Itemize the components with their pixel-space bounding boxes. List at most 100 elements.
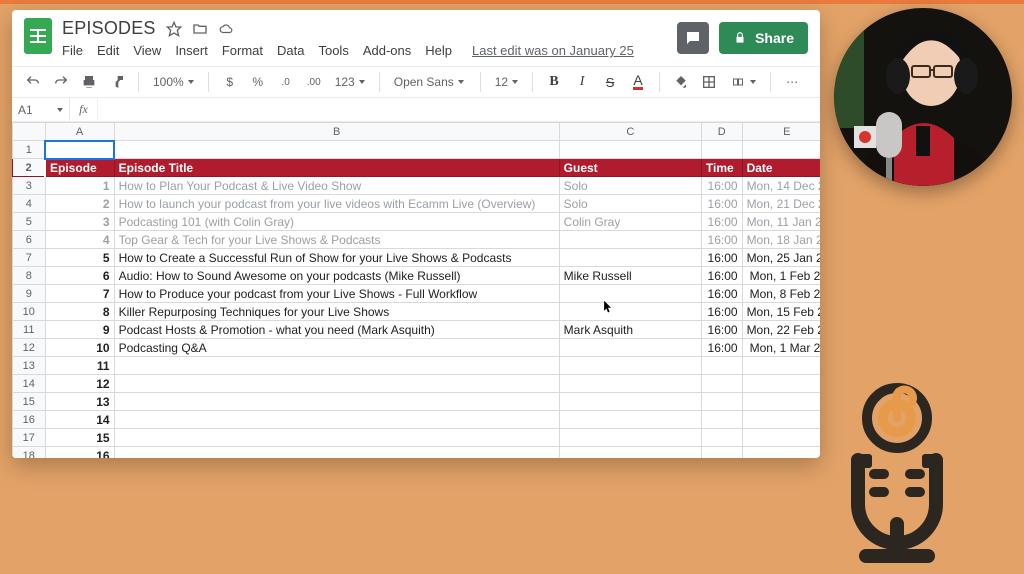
fill-color-button[interactable] bbox=[670, 71, 692, 93]
cell[interactable] bbox=[742, 447, 820, 459]
row-header[interactable]: 18 bbox=[13, 447, 46, 459]
cell[interactable] bbox=[559, 375, 701, 393]
cell[interactable]: Mon, 8 Feb 20 bbox=[742, 285, 820, 303]
cell[interactable]: 2 bbox=[45, 195, 114, 213]
row-header[interactable]: 1 bbox=[13, 141, 46, 159]
row-header[interactable]: 4 bbox=[13, 195, 46, 213]
cell[interactable]: Time bbox=[701, 159, 742, 177]
cell[interactable] bbox=[701, 411, 742, 429]
cell[interactable]: How to launch your podcast from your liv… bbox=[114, 195, 559, 213]
cell[interactable]: Mon, 25 Jan 20 bbox=[742, 249, 820, 267]
row-header[interactable]: 10 bbox=[13, 303, 46, 321]
increase-decimal-button[interactable]: .00 bbox=[303, 71, 325, 93]
paint-format-button[interactable] bbox=[106, 71, 128, 93]
cell[interactable] bbox=[559, 339, 701, 357]
cell[interactable] bbox=[559, 231, 701, 249]
number-format-select[interactable]: 123 bbox=[331, 75, 369, 89]
sheets-logo-icon[interactable] bbox=[24, 18, 52, 54]
row-header[interactable]: 15 bbox=[13, 393, 46, 411]
cell[interactable]: 5 bbox=[45, 249, 114, 267]
cell[interactable]: Colin Gray bbox=[559, 213, 701, 231]
cell[interactable]: Podcasting Q&A bbox=[114, 339, 559, 357]
cell[interactable]: 13 bbox=[45, 393, 114, 411]
cell[interactable] bbox=[742, 141, 820, 159]
cloud-status-icon[interactable] bbox=[218, 21, 234, 37]
cell[interactable]: 16 bbox=[45, 447, 114, 459]
cell[interactable]: Killer Repurposing Techniques for your L… bbox=[114, 303, 559, 321]
decrease-decimal-button[interactable]: .0 bbox=[275, 71, 297, 93]
cell[interactable]: 9 bbox=[45, 321, 114, 339]
cell[interactable]: Mon, 14 Dec 20 bbox=[742, 177, 820, 195]
row-header[interactable]: 12 bbox=[13, 339, 46, 357]
select-all-corner[interactable] bbox=[13, 123, 46, 141]
menu-view[interactable]: View bbox=[133, 43, 161, 58]
cell[interactable]: 16:00 bbox=[701, 177, 742, 195]
row-header[interactable]: 13 bbox=[13, 357, 46, 375]
row-header[interactable]: 5 bbox=[13, 213, 46, 231]
cell[interactable]: Guest bbox=[559, 159, 701, 177]
text-color-button[interactable]: A bbox=[627, 71, 649, 93]
cell[interactable]: 16:00 bbox=[701, 195, 742, 213]
menu-help[interactable]: Help bbox=[425, 43, 452, 58]
formula-input[interactable] bbox=[98, 98, 820, 121]
row-header[interactable]: 17 bbox=[13, 429, 46, 447]
cell[interactable]: Audio: How to Sound Awesome on your podc… bbox=[114, 267, 559, 285]
font-size-select[interactable]: 12 bbox=[491, 75, 522, 89]
cell[interactable] bbox=[559, 141, 701, 159]
cell[interactable] bbox=[114, 447, 559, 459]
cell[interactable]: How to Produce your podcast from your Li… bbox=[114, 285, 559, 303]
row-header[interactable]: 9 bbox=[13, 285, 46, 303]
share-button[interactable]: Share bbox=[719, 22, 808, 54]
cell[interactable] bbox=[742, 357, 820, 375]
bold-button[interactable]: B bbox=[543, 71, 565, 93]
undo-button[interactable] bbox=[22, 71, 44, 93]
cell[interactable]: Solo bbox=[559, 195, 701, 213]
cell[interactable]: Top Gear & Tech for your Live Shows & Po… bbox=[114, 231, 559, 249]
cell[interactable]: 11 bbox=[45, 357, 114, 375]
row-header[interactable]: 6 bbox=[13, 231, 46, 249]
cell[interactable] bbox=[701, 141, 742, 159]
cell[interactable]: 16:00 bbox=[701, 267, 742, 285]
borders-button[interactable] bbox=[698, 71, 720, 93]
cell[interactable] bbox=[559, 429, 701, 447]
cell[interactable]: 16:00 bbox=[701, 285, 742, 303]
cell[interactable] bbox=[114, 357, 559, 375]
italic-button[interactable]: I bbox=[571, 71, 593, 93]
name-box[interactable]: A1 bbox=[12, 98, 70, 121]
col-header-c[interactable]: C bbox=[559, 123, 701, 141]
cell[interactable] bbox=[114, 141, 559, 159]
zoom-select[interactable]: 100% bbox=[149, 75, 198, 89]
cell[interactable]: 8 bbox=[45, 303, 114, 321]
cell[interactable]: 6 bbox=[45, 267, 114, 285]
cell[interactable]: Mon, 11 Jan 20 bbox=[742, 213, 820, 231]
menu-tools[interactable]: Tools bbox=[318, 43, 348, 58]
cell[interactable]: How to Plan Your Podcast & Live Video Sh… bbox=[114, 177, 559, 195]
cell[interactable]: Solo bbox=[559, 177, 701, 195]
cell[interactable]: 1 bbox=[45, 177, 114, 195]
print-button[interactable] bbox=[78, 71, 100, 93]
cell[interactable] bbox=[701, 447, 742, 459]
menu-format[interactable]: Format bbox=[222, 43, 263, 58]
cell[interactable] bbox=[559, 357, 701, 375]
cell[interactable]: 16:00 bbox=[701, 339, 742, 357]
cell[interactable]: Podcasting 101 (with Colin Gray) bbox=[114, 213, 559, 231]
cell[interactable]: 7 bbox=[45, 285, 114, 303]
cell[interactable] bbox=[742, 375, 820, 393]
cell[interactable]: Mon, 18 Jan 20 bbox=[742, 231, 820, 249]
cell[interactable]: 16:00 bbox=[701, 249, 742, 267]
redo-button[interactable] bbox=[50, 71, 72, 93]
cell[interactable]: 16:00 bbox=[701, 231, 742, 249]
menu-addons[interactable]: Add-ons bbox=[363, 43, 411, 58]
cell[interactable] bbox=[114, 375, 559, 393]
cell[interactable] bbox=[701, 357, 742, 375]
last-edit-link[interactable]: Last edit was on January 25 bbox=[472, 43, 634, 58]
col-header-e[interactable]: E bbox=[742, 123, 820, 141]
cell[interactable]: Podcast Hosts & Promotion - what you nee… bbox=[114, 321, 559, 339]
menu-file[interactable]: File bbox=[62, 43, 83, 58]
cell[interactable]: 15 bbox=[45, 429, 114, 447]
merge-cells-button[interactable] bbox=[726, 76, 760, 88]
cell[interactable]: 4 bbox=[45, 231, 114, 249]
cell[interactable]: 3 bbox=[45, 213, 114, 231]
menu-edit[interactable]: Edit bbox=[97, 43, 119, 58]
row-header[interactable]: 16 bbox=[13, 411, 46, 429]
